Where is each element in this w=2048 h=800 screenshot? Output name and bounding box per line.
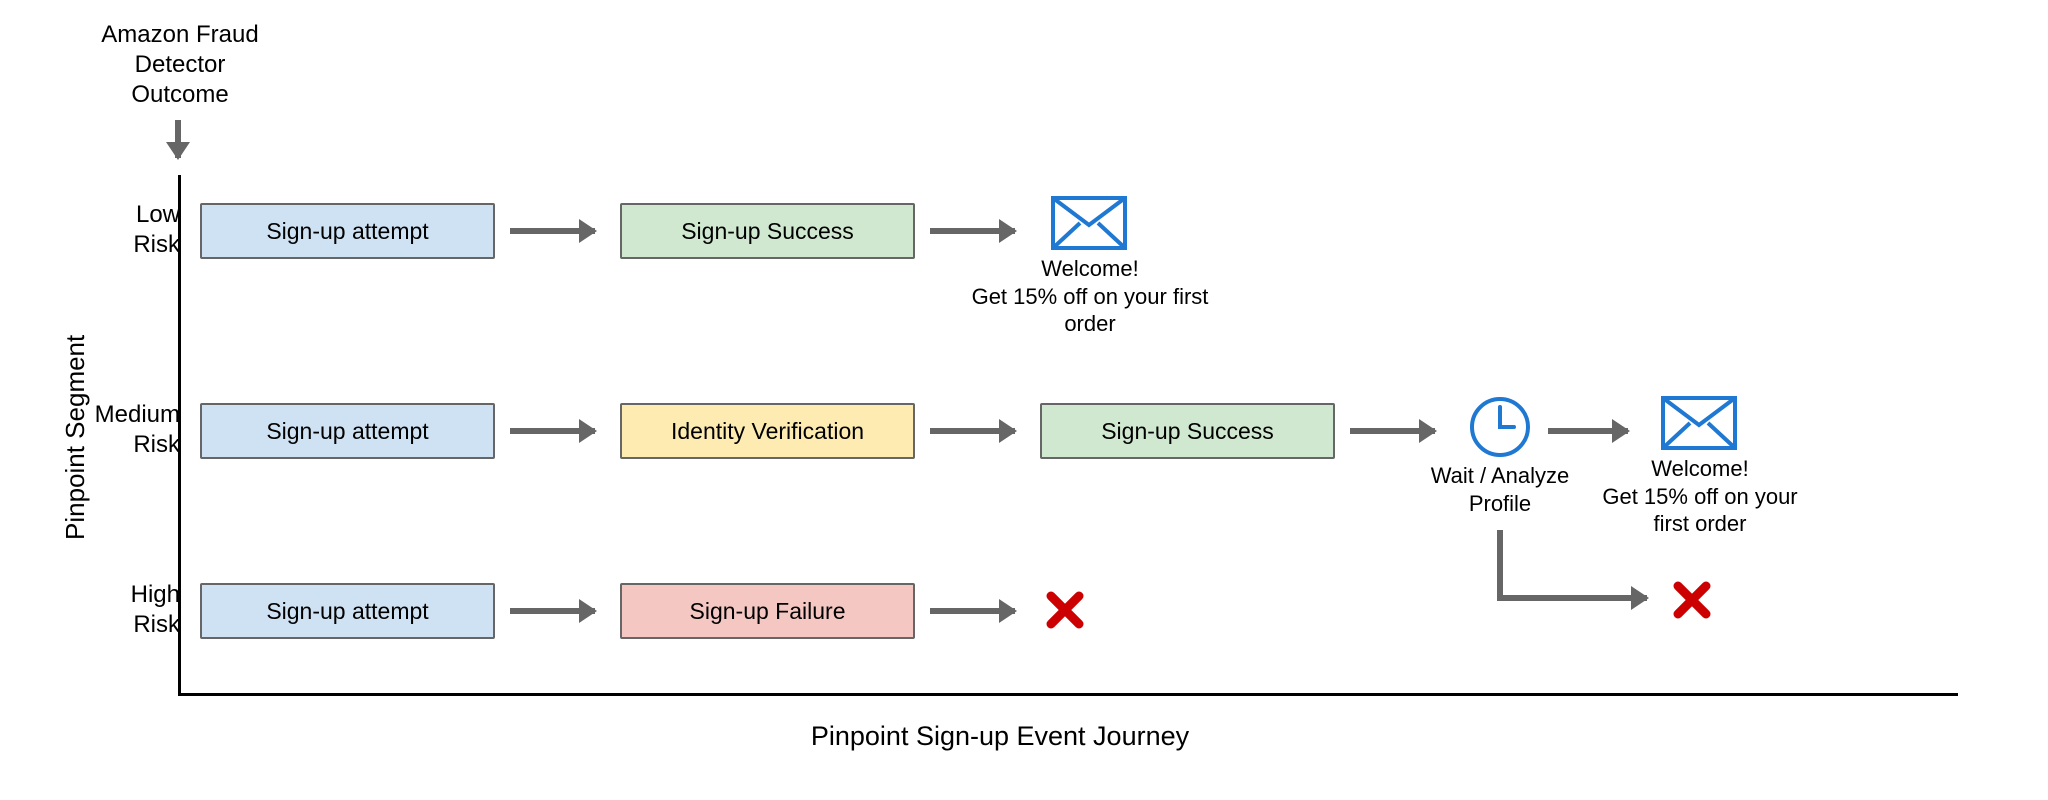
arrow-high-1 <box>510 608 595 614</box>
x-axis-label: Pinpoint Sign-up Event Journey <box>740 720 1260 754</box>
box-identity-verification: Identity Verification <box>620 403 915 459</box>
x-icon-high <box>1045 590 1085 630</box>
text: Sign-up Success <box>681 218 854 245</box>
text: Identity Verification <box>671 418 864 445</box>
wait-profile-text: Wait / AnalyzeProfile <box>1410 462 1590 517</box>
text: Sign-up attempt <box>266 418 428 445</box>
arrow-high-2 <box>930 608 1015 614</box>
diagram-canvas: Amazon FraudDetectorOutcome Pinpoint Seg… <box>0 0 2048 800</box>
segment-low: LowRisk <box>110 200 180 260</box>
segment-medium: MediumRisk <box>80 400 180 460</box>
branch-down <box>1497 530 1503 600</box>
box-signup-attempt-low: Sign-up attempt <box>200 203 495 259</box>
welcome-text-low: Welcome!Get 15% off on your firstorder <box>960 255 1220 338</box>
arrow-med-3 <box>1350 428 1435 434</box>
mail-icon <box>1050 195 1128 251</box>
box-signup-failure: Sign-up Failure <box>620 583 915 639</box>
branch-right <box>1497 595 1647 601</box>
welcome-text-med: Welcome!Get 15% off on yourfirst order <box>1575 455 1825 538</box>
arrow-med-4 <box>1548 428 1628 434</box>
text: Sign-up Success <box>1101 418 1274 445</box>
arrow-low-1 <box>510 228 595 234</box>
box-signup-success-low: Sign-up Success <box>620 203 915 259</box>
text: Sign-up attempt <box>266 218 428 245</box>
header-label: Amazon FraudDetectorOutcome <box>80 20 280 110</box>
box-signup-attempt-high: Sign-up attempt <box>200 583 495 639</box>
mail-icon-med <box>1660 395 1738 451</box>
text: Sign-up attempt <box>266 598 428 625</box>
segment-high: HighRisk <box>110 580 180 640</box>
text: Sign-up Failure <box>690 598 846 625</box>
arrow-med-2 <box>930 428 1015 434</box>
header-arrow <box>175 120 181 158</box>
clock-icon <box>1468 395 1532 459</box>
arrow-low-2 <box>930 228 1015 234</box>
box-signup-attempt-med: Sign-up attempt <box>200 403 495 459</box>
x-axis <box>178 693 1958 696</box>
x-icon-branch <box>1672 580 1712 620</box>
box-signup-success-med: Sign-up Success <box>1040 403 1335 459</box>
arrow-med-1 <box>510 428 595 434</box>
